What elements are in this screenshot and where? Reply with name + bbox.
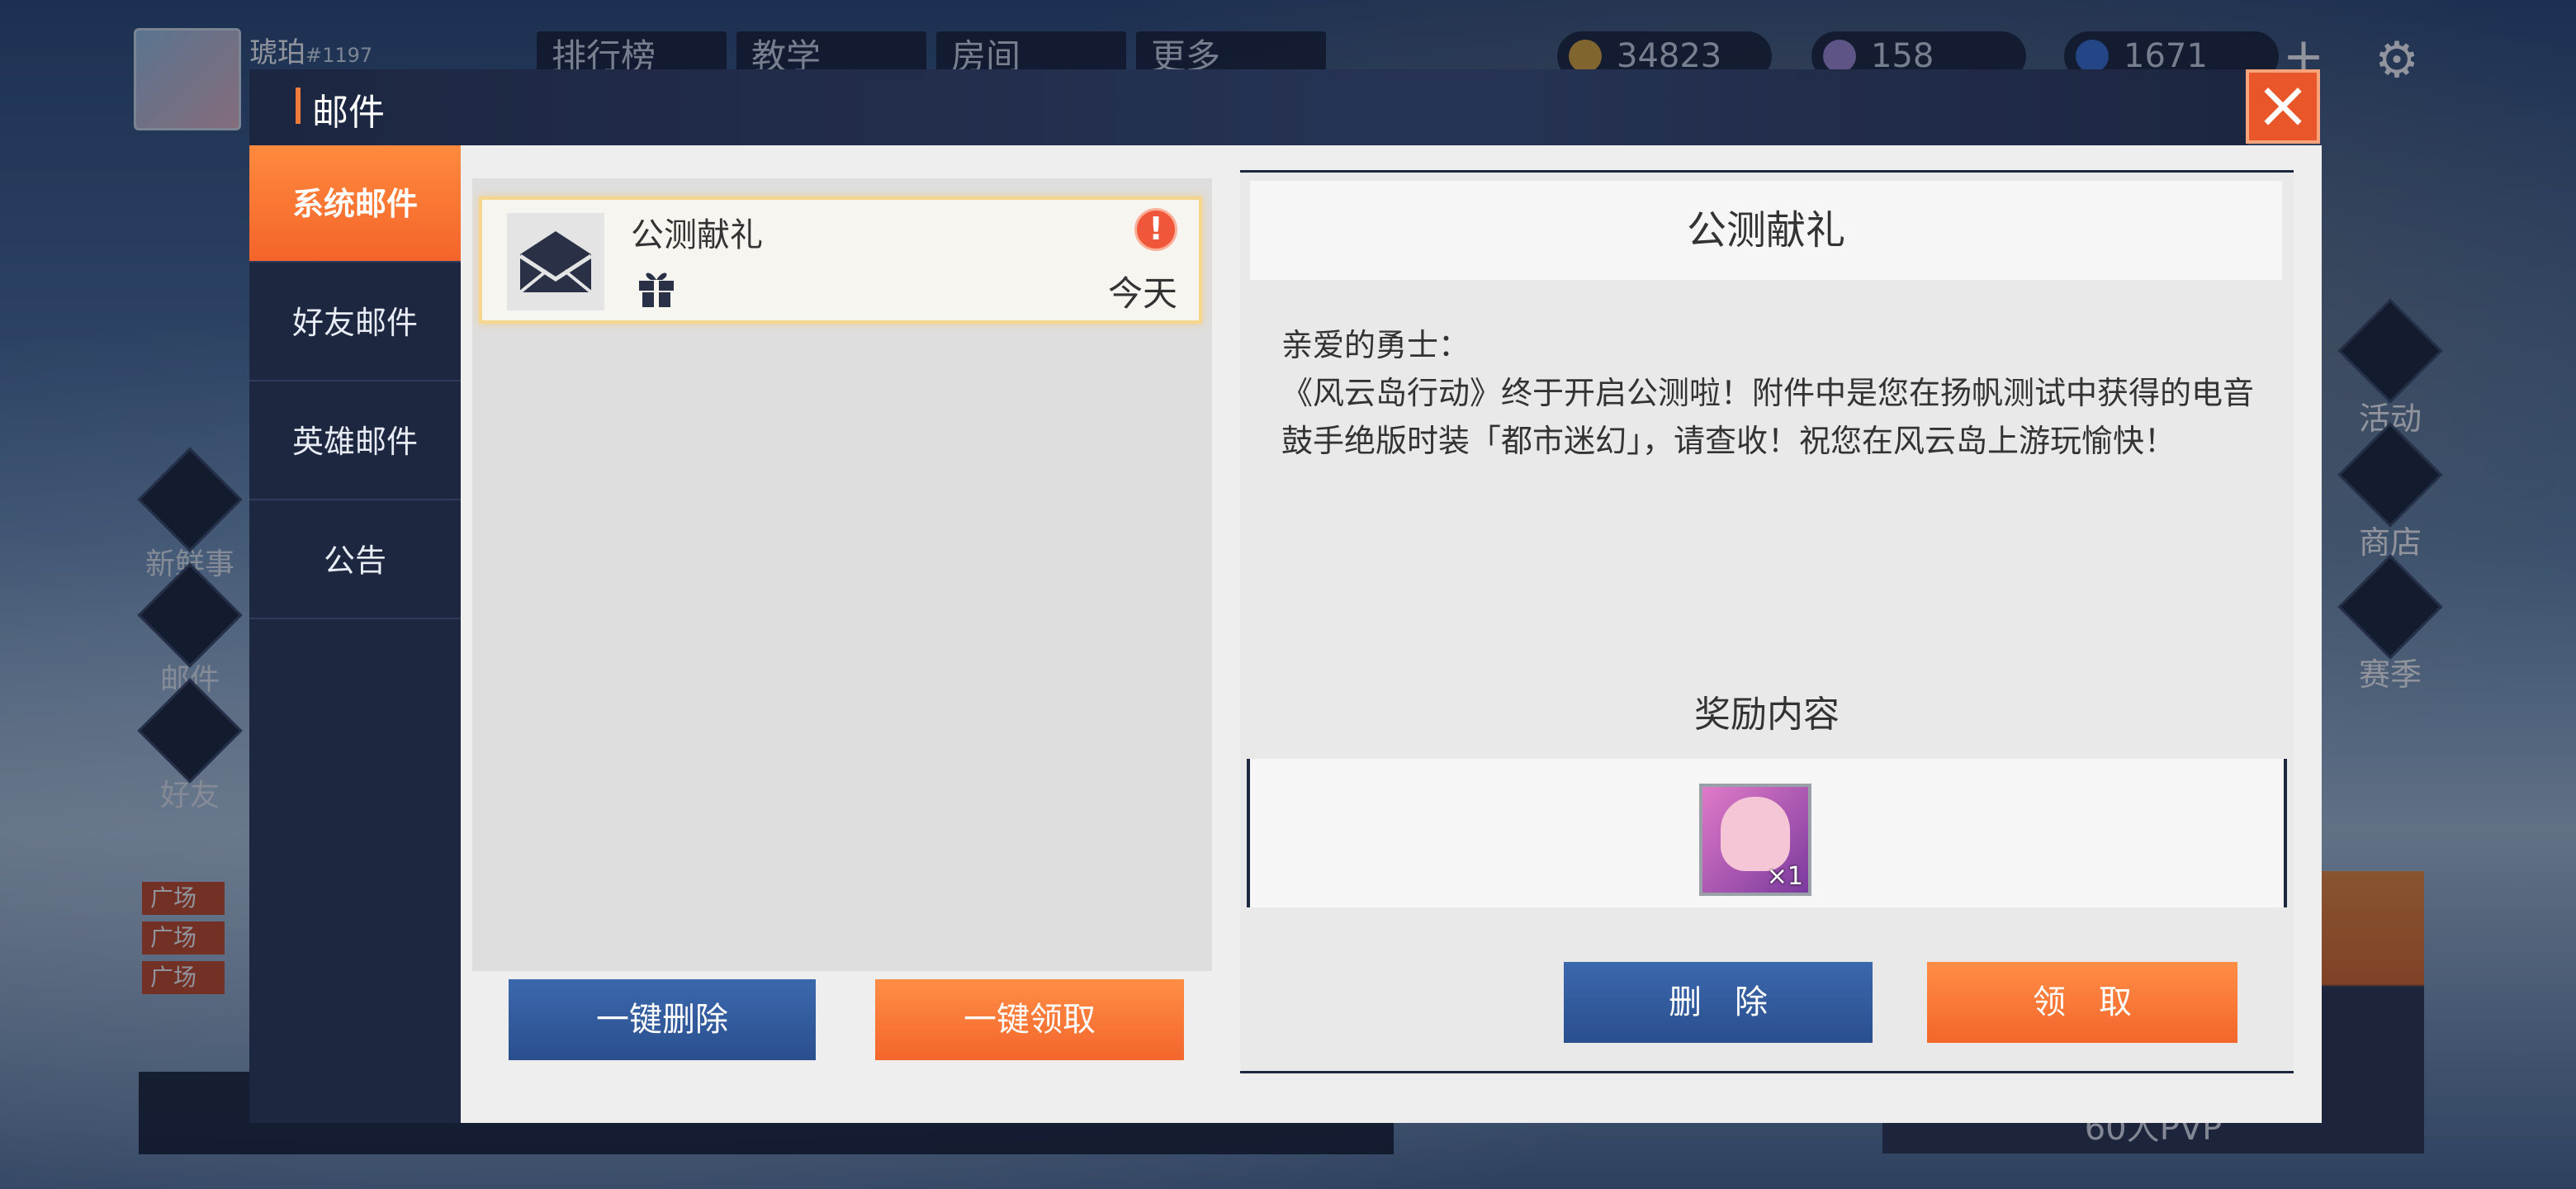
delete-all-button[interactable]: 一键删除	[509, 979, 816, 1060]
mail-item-date: 今天	[1107, 273, 1177, 314]
detail-title: 公测献礼	[1250, 181, 2282, 280]
mail-list-item[interactable]: 公测献礼 ! 今天	[479, 197, 1202, 324]
envelope-icon	[507, 213, 604, 310]
claim-all-button[interactable]: 一键领取	[875, 979, 1184, 1060]
attachment-gift-icon	[634, 264, 679, 309]
reward-costume-item[interactable]: ×1	[1699, 784, 1811, 896]
nav-system-mail[interactable]: 系统邮件	[249, 145, 461, 263]
dialog-body: 系统邮件 好友邮件 英雄邮件 公告 公测献礼 ! 今天 一键删除 一键领取 公测…	[249, 145, 2322, 1123]
nav-hero-mail[interactable]: 英雄邮件	[249, 383, 461, 500]
claim-button[interactable]: 领 取	[1927, 962, 2237, 1043]
mail-category-nav: 系统邮件 好友邮件 英雄邮件 公告	[249, 145, 461, 1123]
detail-body: 亲爱的勇士： 《风云岛行动》终于开启公测啦！附件中是您在扬帆测试中获得的电音鼓手…	[1281, 327, 2255, 459]
nav-announcement[interactable]: 公告	[249, 502, 461, 619]
mail-list: 公测献礼 ! 今天	[472, 178, 1212, 971]
title-accent-bar	[296, 88, 301, 124]
unread-alert-icon: !	[1134, 208, 1177, 251]
delete-button[interactable]: 删 除	[1564, 962, 1873, 1043]
dialog-title: 邮件	[312, 92, 385, 134]
reward-title: 奖励内容	[1694, 694, 1840, 736]
close-icon: ×	[2255, 66, 2311, 143]
dialog-header: 邮件	[249, 69, 2247, 145]
reward-strip: ×1	[1247, 759, 2287, 907]
close-button[interactable]: ×	[2246, 69, 2320, 144]
character-portrait	[1721, 797, 1790, 871]
nav-friend-mail[interactable]: 好友邮件	[249, 264, 461, 381]
reward-quantity: ×1	[1766, 862, 1803, 891]
mail-dialog: 邮件 × 系统邮件 好友邮件 英雄邮件 公告 公测献礼 ! 今天 一键删除 一键…	[249, 69, 2322, 1123]
mail-item-title: 公测献礼	[631, 216, 763, 254]
mail-detail-panel: 公测献礼 亲爱的勇士： 《风云岛行动》终于开启公测啦！附件中是您在扬帆测试中获得…	[1240, 170, 2294, 1073]
